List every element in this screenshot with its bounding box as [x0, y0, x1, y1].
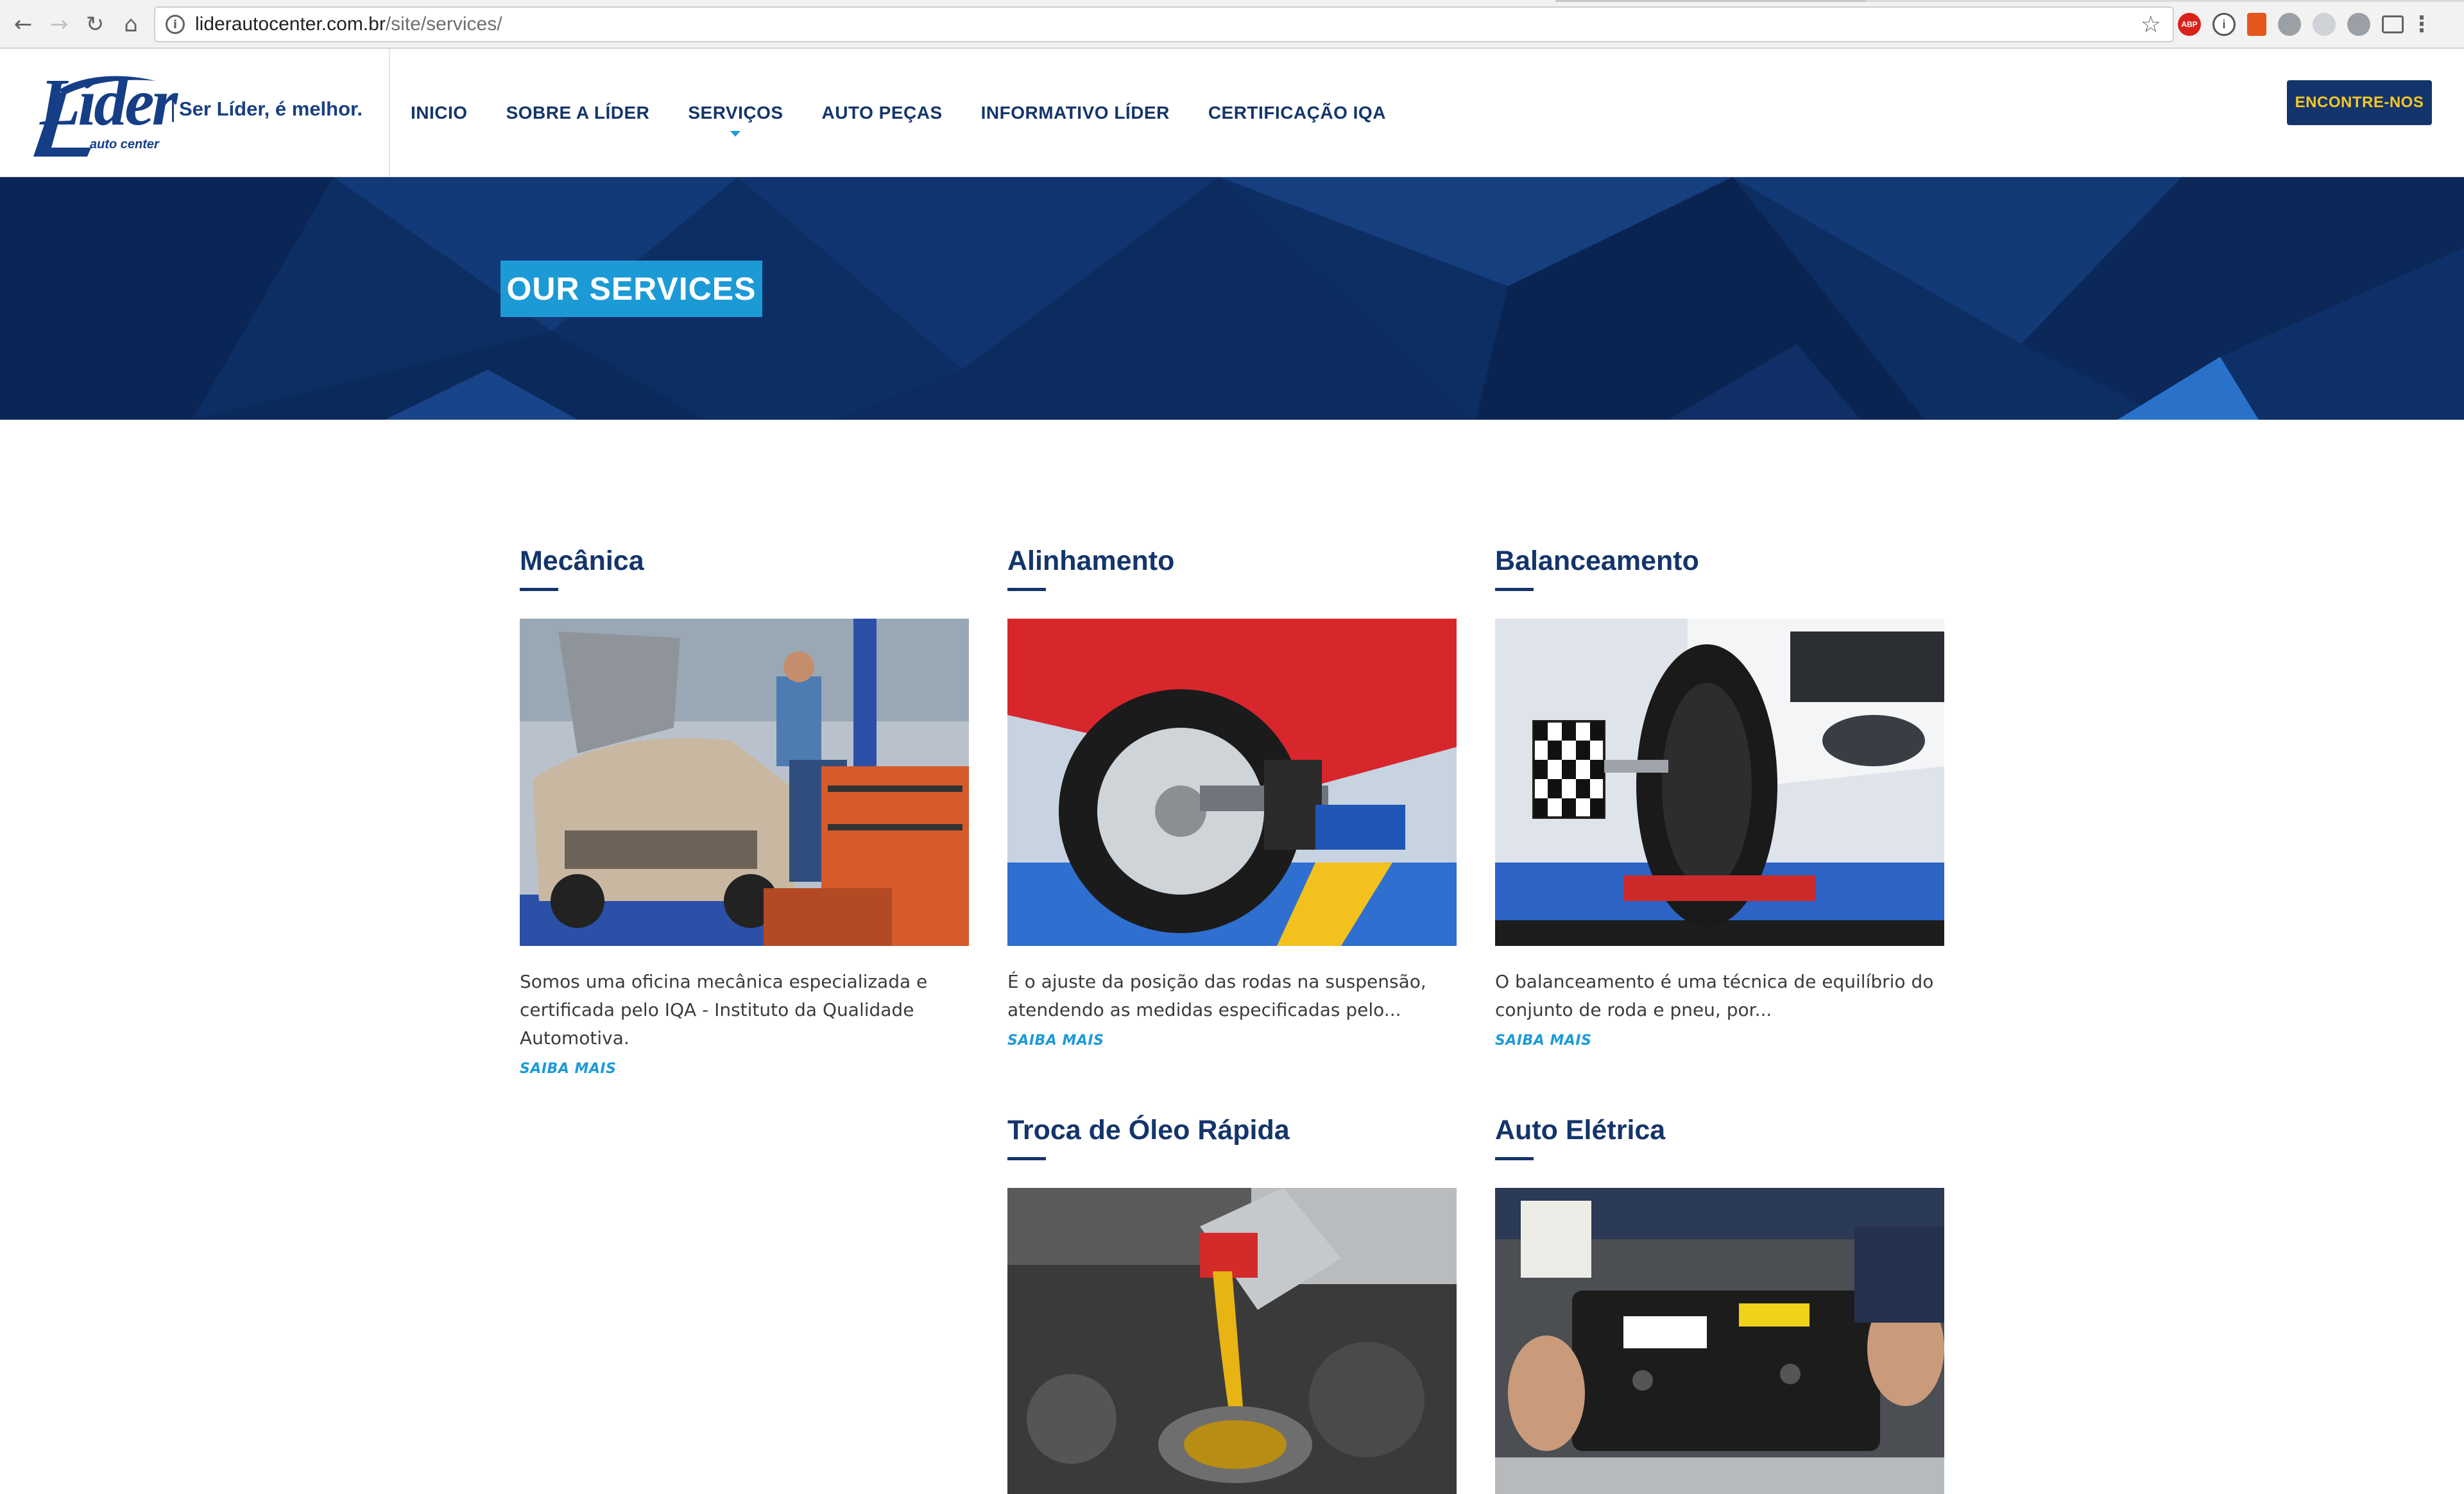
browser-menu-icon[interactable]: ⋮ — [2411, 12, 2433, 37]
reload-icon[interactable]: ↻ — [77, 6, 113, 42]
service-description-text: Somos uma oficina mecânica especializada… — [520, 971, 928, 1049]
saiba-mais-link[interactable]: SAIBA MAIS — [1495, 1027, 1944, 1055]
logo-subtext: auto center — [90, 137, 159, 151]
hero-polygon-background — [0, 177, 2464, 420]
service-card-troca-oleo: Troca de Óleo Rápida — [1007, 1112, 1457, 1494]
site-header: Líder auto center Ser Líder, é melhor. I… — [0, 49, 2464, 177]
service-description: O balanceamento é uma técnica de equilíb… — [1495, 968, 1944, 1055]
tagline: Ser Líder, é melhor. — [172, 96, 363, 122]
service-title[interactable]: Troca de Óleo Rápida — [1007, 1112, 1457, 1148]
extension-icon[interactable] — [2347, 13, 2370, 36]
info-extension-icon[interactable]: i — [2212, 13, 2236, 36]
service-title[interactable]: Mecânica — [520, 543, 969, 579]
home-icon[interactable]: ⌂ — [113, 6, 149, 42]
find-us-button[interactable]: ENCONTRE-NOS — [2287, 80, 2432, 125]
logo-text: Líder — [40, 65, 178, 139]
nav-item-auto-pecas[interactable]: AUTO PEÇAS — [822, 103, 943, 123]
office-extension-icon[interactable] — [2247, 13, 2266, 36]
service-image-alinhamento[interactable] — [1007, 619, 1457, 946]
extensions-area: ABP i ⋮ — [2178, 9, 2433, 40]
address-bar[interactable]: i liderautocenter.com.br/site/services/ … — [154, 6, 2174, 42]
extension-icon[interactable] — [2278, 13, 2301, 36]
service-image-mecanica[interactable] — [520, 619, 969, 946]
url-host: liderautocenter.com.br — [195, 13, 386, 35]
service-image-troca-oleo[interactable] — [1007, 1188, 1457, 1494]
nav-item-certificacao[interactable]: CERTIFICAÇÃO IQA — [1208, 103, 1386, 123]
active-caret-icon — [730, 131, 741, 137]
title-underline — [520, 588, 558, 591]
service-description: É o ajuste da posição das rodas na suspe… — [1007, 968, 1457, 1055]
service-title[interactable]: Alinhamento — [1007, 543, 1457, 579]
browser-toolbar: ← → ↻ ⌂ i liderautocenter.com.br/site/se… — [0, 0, 2464, 49]
main-nav: INICIO SOBRE A LÍDER SERVIÇOS AUTO PEÇAS… — [411, 49, 1425, 177]
saiba-mais-link[interactable]: SAIBA MAIS — [1007, 1027, 1457, 1055]
service-card-alinhamento: Alinhamento É o ajuste da posição das ro… — [1007, 543, 1457, 1049]
service-title[interactable]: Balanceamento — [1495, 543, 1944, 579]
page-title: OUR SERVICES — [501, 261, 762, 317]
service-card-mecanica: Mecânica Somos uma oficina mecânica espe… — [520, 543, 969, 1077]
tab-strip-edge — [1866, 0, 2464, 2]
back-icon[interactable]: ← — [5, 6, 41, 42]
logo-area[interactable]: Líder auto center Ser Líder, é melhor. — [0, 49, 390, 177]
url-path: /site/services/ — [385, 13, 502, 35]
nav-item-sobre[interactable]: SOBRE A LÍDER — [506, 103, 650, 123]
site-info-icon[interactable]: i — [166, 15, 185, 34]
title-underline — [1495, 1157, 1534, 1160]
bookmark-star-icon[interactable]: ☆ — [2141, 12, 2161, 38]
forward-icon[interactable]: → — [41, 6, 77, 42]
title-underline — [1007, 588, 1046, 591]
nav-item-inicio[interactable]: INICIO — [411, 103, 468, 123]
service-title[interactable]: Auto Elétrica — [1495, 1112, 1944, 1148]
hero-banner: OUR SERVICES — [0, 177, 2464, 420]
nav-item-servicos[interactable]: SERVIÇOS — [688, 103, 783, 137]
saiba-mais-link[interactable]: SAIBA MAIS — [520, 1055, 969, 1083]
nav-item-informativo[interactable]: INFORMATIVO LÍDER — [981, 103, 1170, 123]
service-card-auto-eletrica: Auto Elétrica — [1495, 1112, 1944, 1494]
nav-item-servicos-label: SERVIÇOS — [688, 103, 783, 123]
service-description: Somos uma oficina mecânica especializada… — [520, 968, 969, 1083]
tab-strip-edge — [1555, 0, 1866, 2]
service-description-text: O balanceamento é uma técnica de equilíb… — [1495, 971, 1934, 1020]
service-image-balanceamento[interactable] — [1495, 619, 1944, 946]
service-card-balanceamento: Balanceamento O balanceamento é uma técn… — [1495, 543, 1944, 1049]
title-underline — [1495, 588, 1534, 591]
title-underline — [1007, 1157, 1046, 1160]
adblock-extension-icon[interactable]: ABP — [2178, 13, 2201, 36]
cast-icon[interactable] — [2382, 15, 2404, 33]
extension-icon[interactable] — [2313, 13, 2336, 36]
service-description-text: É o ajuste da posição das rodas na suspe… — [1007, 971, 1426, 1020]
service-image-auto-eletrica[interactable] — [1495, 1188, 1944, 1494]
